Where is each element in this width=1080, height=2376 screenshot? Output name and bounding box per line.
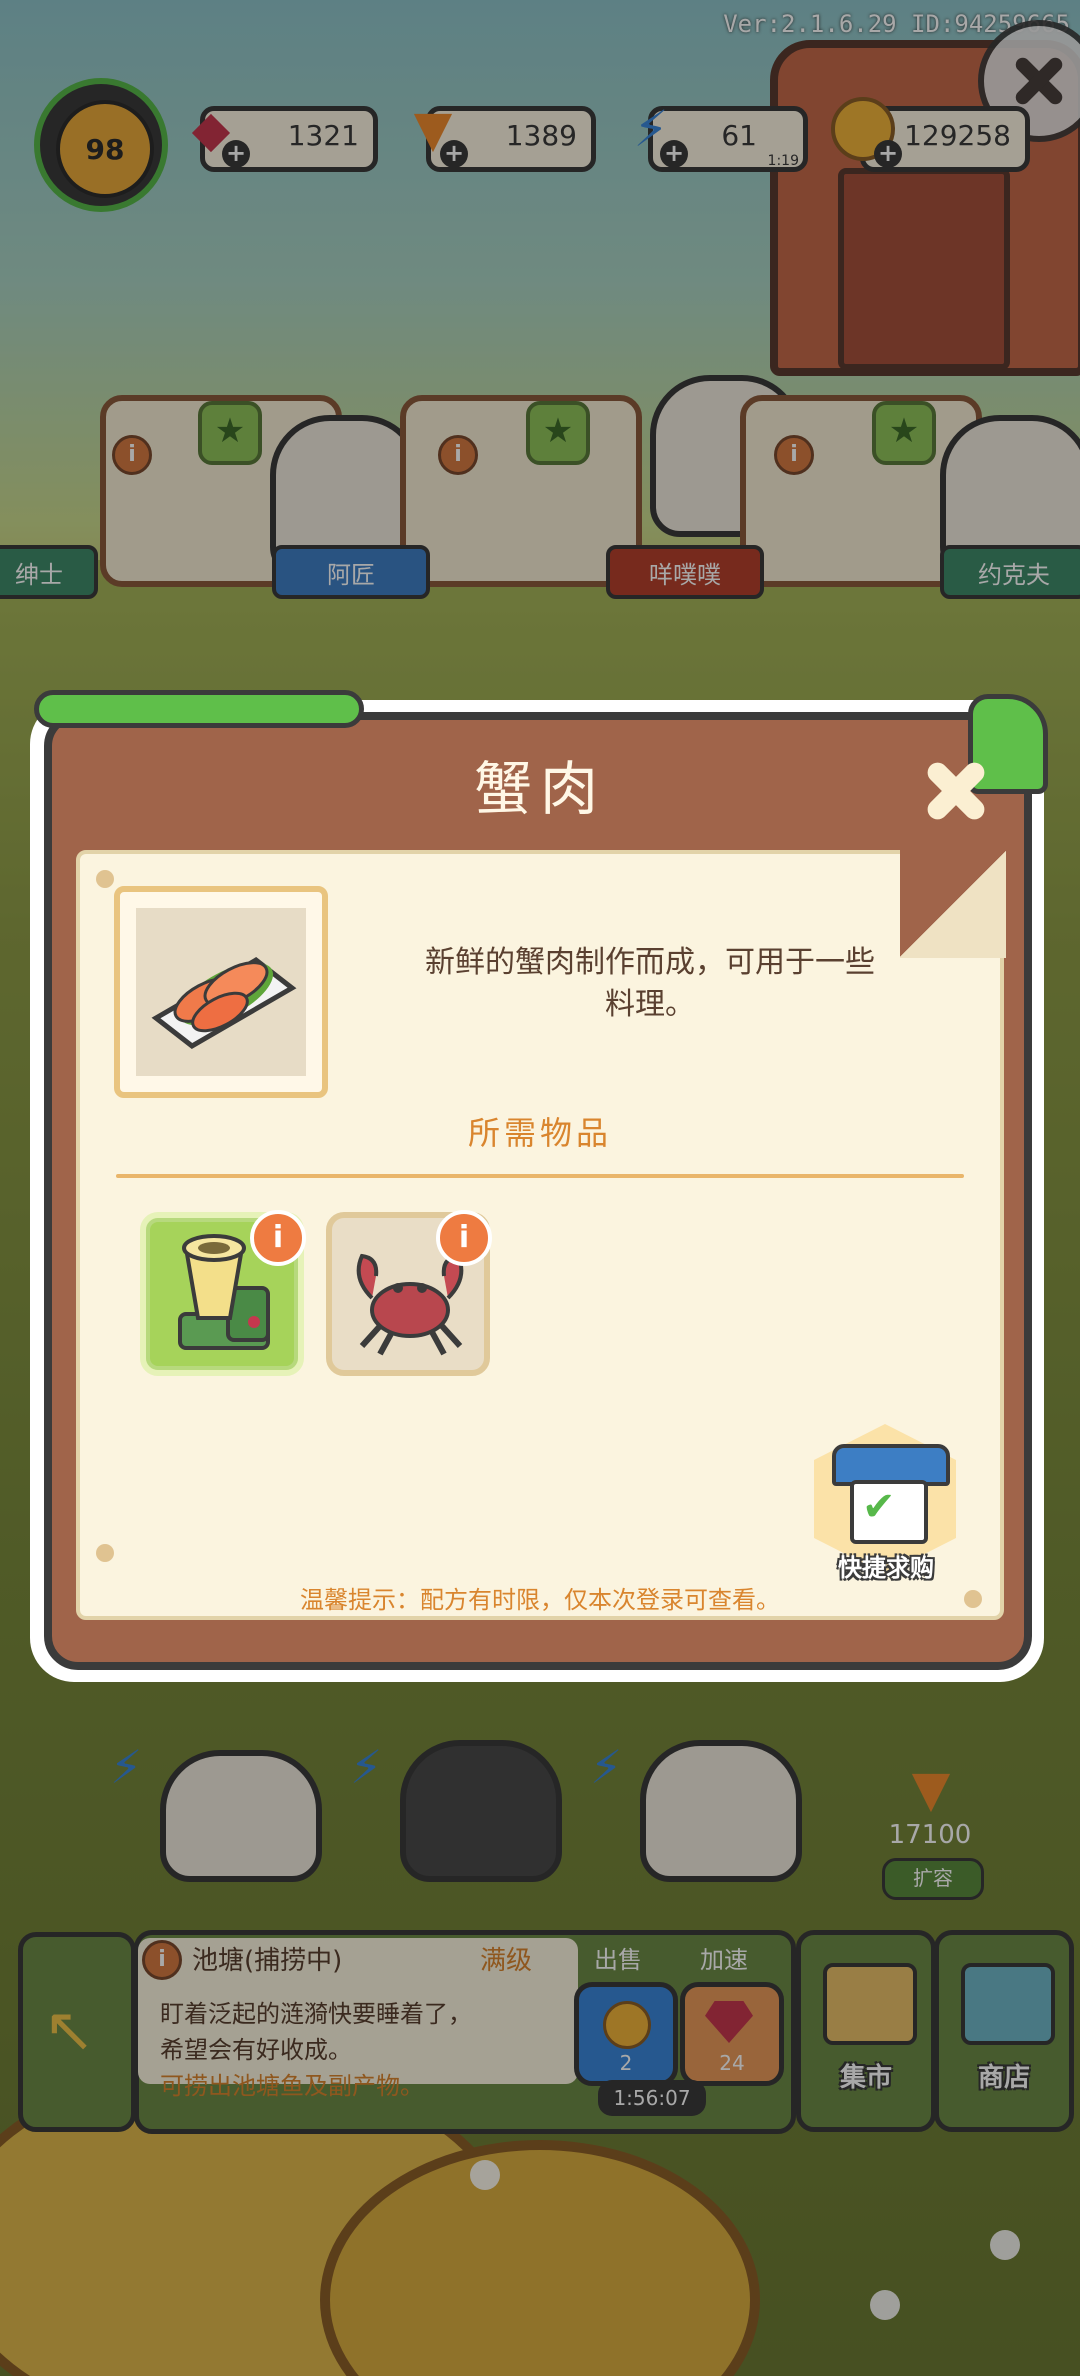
recipe-tip: 温馨提示：配方有时限，仅本次登录可查看。 — [300, 1586, 780, 1614]
checkmark-icon: ✔ — [862, 1484, 896, 1530]
quick-buy-button[interactable]: ✔ 快捷求购 — [808, 1420, 964, 1588]
info-icon[interactable]: i — [436, 1210, 492, 1266]
close-icon[interactable] — [920, 754, 992, 826]
required-item-crab[interactable]: i — [326, 1210, 492, 1376]
required-items-title: 所需物品 — [467, 1114, 612, 1152]
item-description-line: 料理。 — [605, 987, 695, 1022]
item-image-frame — [114, 886, 328, 1098]
dot-decor — [96, 1544, 114, 1562]
required-item-machine[interactable]: i — [140, 1210, 306, 1376]
dot-decor — [96, 870, 114, 888]
info-icon[interactable]: i — [250, 1210, 306, 1266]
item-description-line: 新鲜的蟹肉制作而成，可用于一些 — [425, 945, 875, 980]
quick-buy-label: 快捷求购 — [838, 1554, 934, 1582]
crab-meat-icon — [136, 908, 306, 1076]
item-description: 新鲜的蟹肉制作而成，可用于一些 料理。 — [360, 942, 940, 1026]
leaf-decor — [34, 690, 364, 728]
divider — [116, 1174, 964, 1178]
modal-title: 蟹肉 — [473, 755, 606, 823]
